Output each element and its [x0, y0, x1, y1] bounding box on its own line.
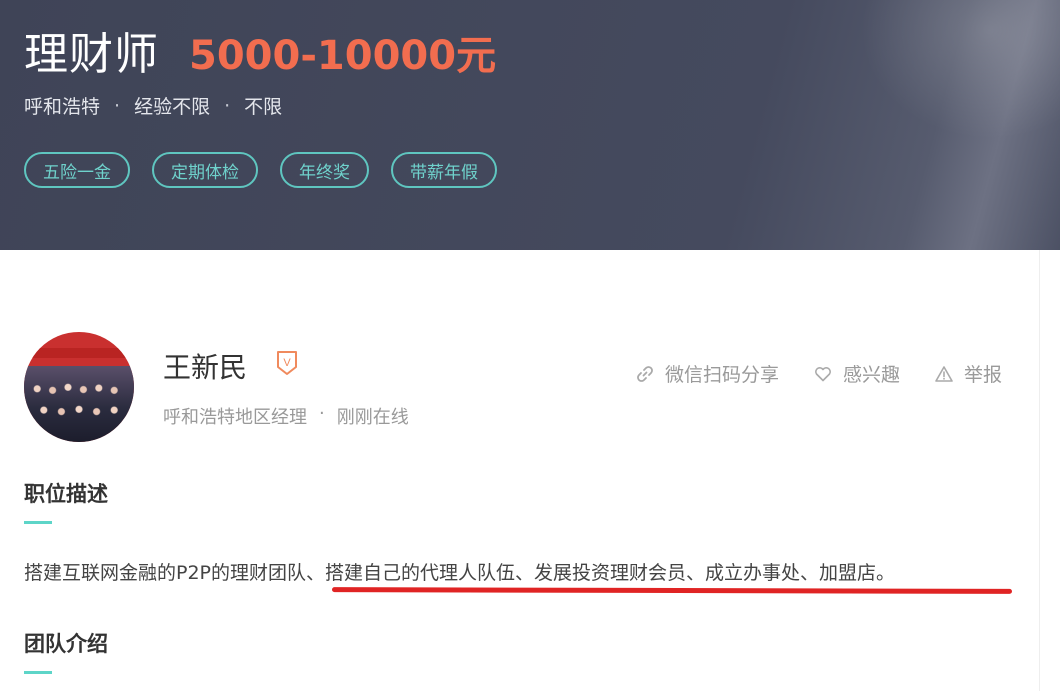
benefit-tag: 带薪年假	[391, 152, 497, 188]
heart-icon	[815, 366, 831, 381]
title-row: 理财师 5000-10000元	[24, 18, 496, 82]
recruiter-name: 王新民	[163, 351, 248, 384]
interested-label: 感兴趣	[842, 364, 900, 386]
avatar[interactable]	[24, 332, 134, 442]
salary: 5000-10000元	[189, 33, 497, 79]
action-bar: 微信扫码分享 感兴趣 举报	[601, 360, 1002, 387]
job-title: 理财师	[24, 29, 159, 80]
verified-v-badge-icon: V	[277, 351, 297, 375]
report-label: 举报	[963, 364, 1002, 386]
job-detail-card: 王新民 V 呼和浩特地区经理 · 刚刚在线 微信扫码分享 感兴趣 举报 职位描述…	[0, 250, 1040, 691]
avatar-banner-stripe	[24, 348, 134, 358]
section-underline	[24, 671, 52, 674]
red-annotation-underline	[331, 587, 1013, 594]
recruiter-meta: 呼和浩特地区经理 · 刚刚在线	[163, 403, 409, 429]
job-meta: 呼和浩特 · 经验不限 · 不限	[24, 92, 282, 119]
benefit-tags: 五险一金 定期体检 年终奖 带薪年假	[24, 152, 519, 188]
warning-icon	[935, 365, 953, 382]
svg-text:V: V	[283, 357, 291, 369]
benefit-tag: 定期体检	[152, 152, 258, 188]
section-underline	[24, 521, 52, 524]
avatar-group-photo	[24, 366, 134, 442]
benefit-tag: 年终奖	[280, 152, 369, 188]
meta-separator: ·	[319, 403, 325, 424]
job-header-banner: 理财师 5000-10000元 呼和浩特 · 经验不限 · 不限 五险一金 定期…	[0, 0, 1060, 250]
section-title-description: 职位描述	[24, 482, 108, 506]
share-button[interactable]: 微信扫码分享	[635, 360, 779, 387]
job-education: 不限	[244, 96, 283, 118]
benefit-tag: 五险一金	[24, 152, 130, 188]
interested-button[interactable]: 感兴趣	[813, 360, 900, 387]
job-experience: 经验不限	[134, 96, 211, 118]
meta-separator: ·	[224, 94, 231, 117]
recruiter-title: 呼和浩特地区经理	[163, 407, 307, 428]
meta-separator: ·	[114, 94, 121, 117]
job-description-text: 搭建互联网金融的P2P的理财团队、搭建自己的代理人队伍、发展投资理财会员、成立办…	[24, 562, 896, 584]
share-label: 微信扫码分享	[664, 364, 779, 386]
recruiter-status: 刚刚在线	[336, 407, 409, 428]
job-location: 呼和浩特	[24, 96, 101, 118]
section-title-team: 团队介绍	[24, 632, 108, 656]
banner-sheen	[860, 0, 1060, 140]
report-button[interactable]: 举报	[934, 360, 1002, 387]
link-icon	[637, 365, 653, 382]
